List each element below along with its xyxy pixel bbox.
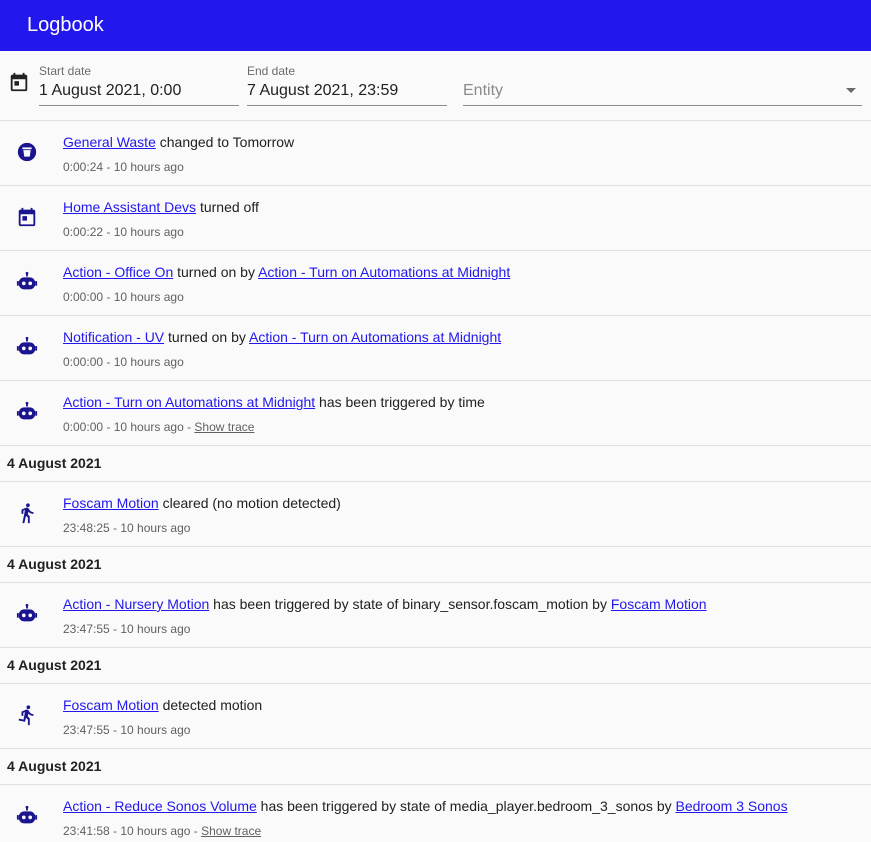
entry-message: Notification - UV turned on by Action - … <box>63 329 501 345</box>
trash-can-icon <box>17 142 37 162</box>
entity-select[interactable]: Entity <box>463 62 862 106</box>
logbook-entry: Action - Office On turned on by Action -… <box>0 251 871 316</box>
entry-message: Action - Reduce Sonos Volume has been tr… <box>63 798 788 814</box>
entity-link[interactable]: Home Assistant Devs <box>63 199 196 215</box>
context-link[interactable]: Action - Turn on Automations at Midnight <box>249 329 501 345</box>
entity-link[interactable]: General Waste <box>63 134 156 150</box>
entry-text: turned on by <box>164 329 249 345</box>
show-trace-link[interactable]: Show trace <box>201 824 261 838</box>
context-link[interactable]: Foscam Motion <box>611 596 707 612</box>
entity-link[interactable]: Foscam Motion <box>63 697 159 713</box>
start-date-value[interactable]: 1 August 2021, 0:00 <box>39 82 181 100</box>
run-icon <box>18 705 34 726</box>
entry-timestamp: 0:00:00 - 10 hours ago <box>63 290 184 304</box>
entry-text: cleared (no motion detected) <box>158 495 341 511</box>
entry-timestamp: 23:47:55 - 10 hours ago <box>63 622 191 636</box>
entry-message: Action - Nursery Motion has been trigger… <box>63 596 707 612</box>
end-date-label: End date <box>247 64 296 78</box>
dropdown-arrow-icon[interactable] <box>846 88 856 93</box>
entry-message: Foscam Motion cleared (no motion detecte… <box>63 495 341 511</box>
robot-icon <box>16 805 38 824</box>
entity-placeholder: Entity <box>463 82 504 99</box>
entity-link[interactable]: Notification - UV <box>63 329 164 345</box>
logbook-entry: General Waste changed to Tomorrow 0:00:24… <box>0 121 871 186</box>
context-link[interactable]: Bedroom 3 Sonos <box>676 798 788 814</box>
logbook-entry: Notification - UV turned on by Action - … <box>0 316 871 381</box>
top-app-bar: Logbook <box>0 0 871 51</box>
calendar-icon <box>18 207 36 227</box>
entry-text: changed to Tomorrow <box>155 134 295 150</box>
entry-message: General Waste changed to Tomorrow <box>63 134 294 150</box>
entity-link[interactable]: Action - Office On <box>63 264 173 280</box>
entry-text: has been triggered by state of binary_se… <box>209 596 611 612</box>
entry-text: has been triggered by state of media_pla… <box>256 798 676 814</box>
robot-icon <box>16 336 38 355</box>
logbook-entry: Action - Nursery Motion has been trigger… <box>0 583 871 648</box>
entry-text: detected motion <box>158 697 263 713</box>
logbook-list: General Waste changed to Tomorrow 0:00:24… <box>0 121 871 842</box>
robot-icon <box>16 603 38 622</box>
entry-timestamp: 0:00:00 - 10 hours ago - Show trace <box>63 420 255 434</box>
end-date-value[interactable]: 7 August 2021, 23:59 <box>247 82 398 100</box>
entity-link[interactable]: Action - Reduce Sonos Volume <box>63 798 257 814</box>
date-header: 4 August 2021 <box>0 749 871 785</box>
entry-text: turned off <box>196 199 259 215</box>
entry-timestamp: 0:00:00 - 10 hours ago <box>63 355 184 369</box>
entry-timestamp: 23:41:58 - 10 hours ago - Show trace <box>63 824 262 838</box>
entry-message: Home Assistant Devs turned off <box>63 199 259 215</box>
entry-message: Action - Office On turned on by Action -… <box>63 264 510 280</box>
entry-timestamp: 23:48:25 - 10 hours ago <box>63 521 191 535</box>
filter-bar: Start date 1 August 2021, 0:00 End date … <box>0 51 871 121</box>
start-date-field[interactable]: Start date 1 August 2021, 0:00 <box>39 62 239 106</box>
entity-link[interactable]: Action - Turn on Automations at Midnight <box>63 394 315 410</box>
entry-message: Foscam Motion detected motion <box>63 697 262 713</box>
entry-timestamp: 0:00:22 - 10 hours ago <box>63 225 184 239</box>
entry-text: has been triggered by time <box>315 394 485 410</box>
calendar-icon[interactable] <box>8 71 30 93</box>
logbook-entry: Action - Turn on Automations at Midnight… <box>0 381 871 446</box>
date-header: 4 August 2021 <box>0 648 871 684</box>
entity-link[interactable]: Action - Nursery Motion <box>63 596 209 612</box>
date-header: 4 August 2021 <box>0 446 871 482</box>
entry-timestamp: 23:47:55 - 10 hours ago <box>63 723 191 737</box>
logbook-entry: Foscam Motion cleared (no motion detecte… <box>0 482 871 547</box>
end-date-field[interactable]: End date 7 August 2021, 23:59 <box>247 62 447 106</box>
walk-icon <box>21 503 34 524</box>
context-link[interactable]: Action - Turn on Automations at Midnight <box>258 264 510 280</box>
start-date-label: Start date <box>39 64 92 78</box>
robot-icon <box>16 401 38 420</box>
entity-link[interactable]: Foscam Motion <box>63 495 159 511</box>
date-header: 4 August 2021 <box>0 547 871 583</box>
show-trace-link[interactable]: Show trace <box>194 420 254 434</box>
logbook-entry: Action - Reduce Sonos Volume has been tr… <box>0 785 871 842</box>
robot-icon <box>16 271 38 290</box>
logbook-entry: Foscam Motion detected motion 23:47:55 - … <box>0 684 871 749</box>
entry-message: Action - Turn on Automations at Midnight… <box>63 394 485 410</box>
logbook-entry: Home Assistant Devs turned off 0:00:22 - … <box>0 186 871 251</box>
page-title: Logbook <box>27 14 104 36</box>
entry-text: turned on by <box>173 264 259 280</box>
entry-timestamp: 0:00:24 - 10 hours ago <box>63 160 184 174</box>
